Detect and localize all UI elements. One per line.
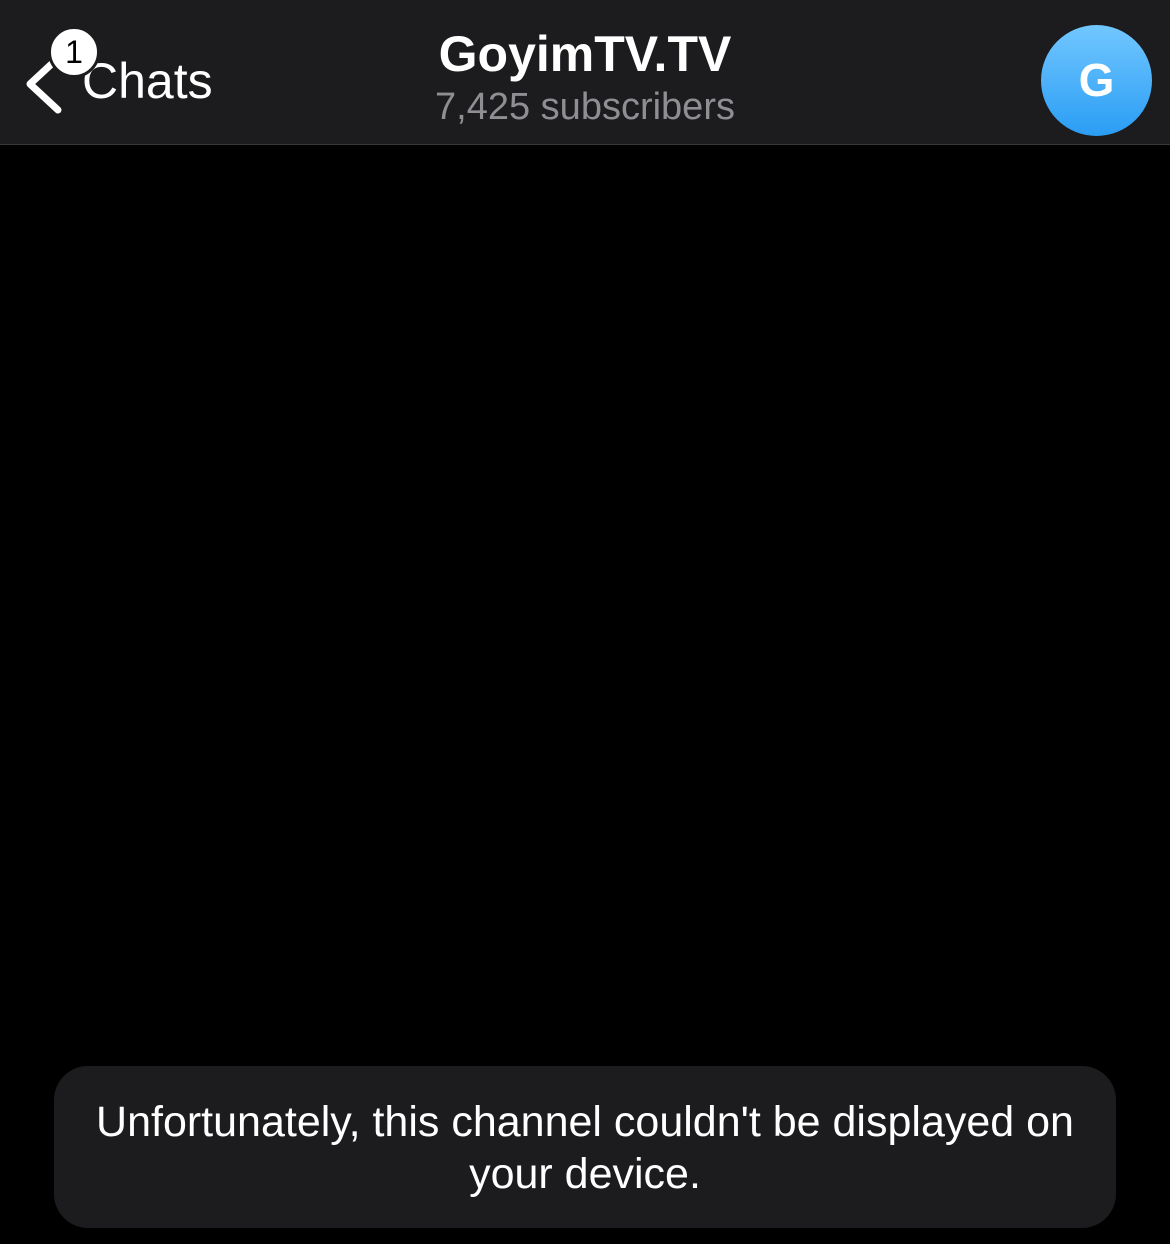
- channel-screen: Chats 1 GoyimTV.TV 7,425 subscribers G U…: [0, 0, 1170, 1244]
- subscriber-count: 7,425 subscribers: [435, 86, 735, 128]
- channel-header[interactable]: GoyimTV.TV 7,425 subscribers: [300, 24, 870, 130]
- back-label: Chats: [82, 53, 213, 109]
- back-button[interactable]: Chats 1: [18, 20, 248, 120]
- channel-title: GoyimTV.TV: [438, 26, 732, 82]
- unread-count-badge: 1: [48, 26, 100, 78]
- unavailable-notice-text: Unfortunately, this channel couldn't be …: [96, 1098, 1074, 1198]
- unavailable-notice: Unfortunately, this channel couldn't be …: [54, 1066, 1116, 1228]
- channel-avatar[interactable]: G: [1041, 25, 1152, 136]
- navigation-bar: Chats 1 GoyimTV.TV 7,425 subscribers G: [0, 0, 1170, 145]
